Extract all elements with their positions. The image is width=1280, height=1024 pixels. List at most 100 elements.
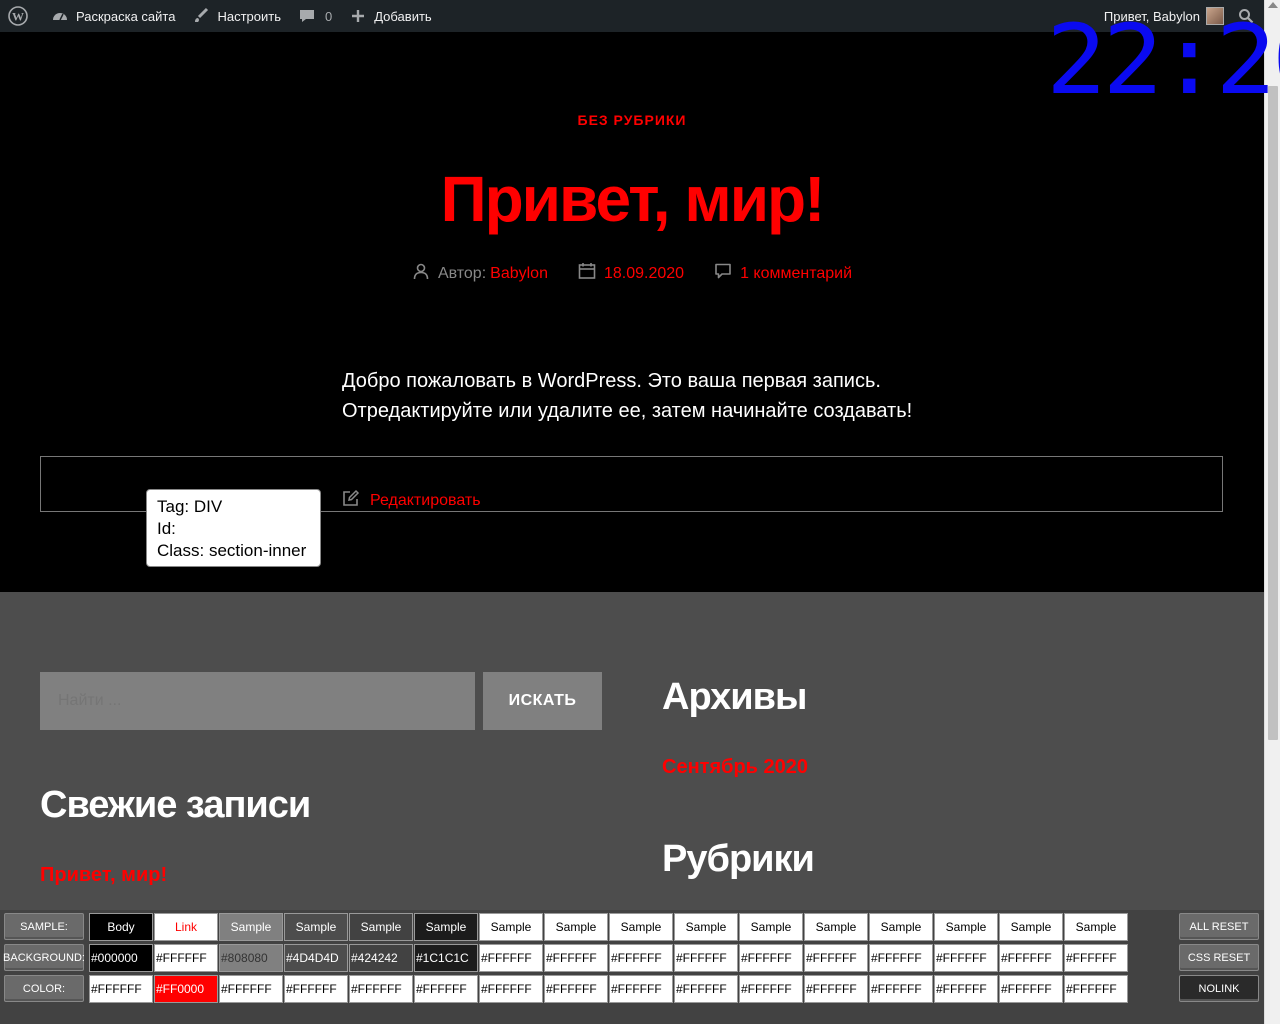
site-name-label: Раскраска сайта	[76, 8, 176, 24]
sample-cell[interactable]: Link	[154, 913, 218, 941]
user-icon	[412, 262, 430, 285]
text-color-field[interactable]: #FFFFFF	[414, 975, 478, 1003]
background-color-field[interactable]: #FFFFFF	[544, 944, 608, 972]
nolink-button[interactable]: NOLINK	[1179, 975, 1259, 1002]
sample-cell[interactable]: Sample	[739, 913, 803, 941]
page: { "admin_bar": { "site_name": "Раскраска…	[0, 0, 1280, 1024]
search-input[interactable]	[40, 672, 475, 730]
text-color-field[interactable]: #FFFFFF	[674, 975, 738, 1003]
tooltip-id: Id:	[157, 519, 176, 538]
wp-logo-button[interactable]: W	[0, 0, 42, 32]
inspector-tooltip: Tag: DIV Id: Class: section-inner	[146, 489, 321, 567]
background-color-field[interactable]: #FFFFFF	[674, 944, 738, 972]
css-reset-button[interactable]: CSS RESET	[1179, 944, 1259, 971]
comments-count: 0	[325, 8, 333, 24]
sample-cell[interactable]: Sample	[414, 913, 478, 941]
dashboard-icon	[50, 6, 70, 26]
add-new-label: Добавить	[374, 8, 432, 24]
background-color-field[interactable]: #FFFFFF	[1064, 944, 1128, 972]
sample-cell[interactable]: Sample	[674, 913, 738, 941]
text-color-field[interactable]: #FFFFFF	[804, 975, 868, 1003]
sample-cell[interactable]: Sample	[219, 913, 283, 941]
background-color-field[interactable]: #FFFFFF	[609, 944, 673, 972]
background-color-field[interactable]: #FFFFFF	[869, 944, 933, 972]
background-color-field[interactable]: #FFFFFF	[479, 944, 543, 972]
text-color-field[interactable]: #FFFFFF	[349, 975, 413, 1003]
archive-link[interactable]: Сентябрь 2020	[662, 756, 808, 779]
edit-link[interactable]: Редактировать	[342, 489, 481, 512]
text-color-field[interactable]: #FFFFFF	[479, 975, 543, 1003]
comment-icon	[297, 6, 317, 26]
color-row-label[interactable]: COLOR:	[4, 975, 84, 1002]
add-new-link[interactable]: Добавить	[340, 0, 439, 32]
tooltip-class: Class: section-inner	[157, 541, 307, 560]
categories-title: Рубрики	[662, 838, 815, 880]
sample-cell[interactable]: Sample	[284, 913, 348, 941]
plus-icon	[348, 6, 368, 26]
scrollbar[interactable]	[1264, 0, 1280, 1024]
all-reset-button[interactable]: ALL RESET	[1179, 913, 1259, 940]
calendar-icon	[578, 262, 596, 285]
background-color-field[interactable]: #FFFFFF	[739, 944, 803, 972]
sample-cell[interactable]: Sample	[804, 913, 868, 941]
text-color-field[interactable]: #FFFFFF	[869, 975, 933, 1003]
digital-clock: 22:20	[1046, 4, 1280, 116]
brush-icon	[191, 6, 211, 26]
text-color-field[interactable]: #FFFFFF	[219, 975, 283, 1003]
article: БЕЗ РУБРИКИ Привет, мир! Автор: Babylon …	[0, 32, 1264, 592]
background-color-field[interactable]: #424242	[349, 944, 413, 972]
svg-text:W: W	[12, 10, 24, 24]
comment-bubble-icon	[714, 262, 732, 285]
background-color-field[interactable]: #808080	[219, 944, 283, 972]
sample-cell[interactable]: Sample	[999, 913, 1063, 941]
background-color-field[interactable]: #FFFFFF	[934, 944, 998, 972]
text-color-field[interactable]: #FFFFFF	[999, 975, 1063, 1003]
text-color-field[interactable]: #FFFFFF	[89, 975, 153, 1003]
background-color-field[interactable]: #FFFFFF	[804, 944, 868, 972]
background-color-field[interactable]: #1C1C1C	[414, 944, 478, 972]
background-row-label[interactable]: BACKGROUND:	[3, 944, 85, 971]
sample-cell[interactable]: Sample	[1064, 913, 1128, 941]
sample-cell[interactable]: Sample	[544, 913, 608, 941]
background-color-field[interactable]: #000000	[89, 944, 153, 972]
text-color-field[interactable]: #FF0000	[154, 975, 218, 1003]
post-content: Добро пожаловать в WordPress. Это ваша п…	[342, 370, 913, 422]
background-color-field[interactable]: #FFFFFF	[999, 944, 1063, 972]
text-color-field[interactable]: #FFFFFF	[544, 975, 608, 1003]
customize-link[interactable]: Настроить	[183, 0, 289, 32]
edit-icon	[342, 489, 360, 512]
sample-cell[interactable]: Sample	[934, 913, 998, 941]
sample-row-label[interactable]: SAMPLE:	[4, 913, 84, 940]
wordpress-icon: W	[8, 6, 28, 26]
sample-cell[interactable]: Sample	[609, 913, 673, 941]
recent-post-link[interactable]: Привет, мир!	[40, 864, 167, 887]
background-color-field[interactable]: #4D4D4D	[284, 944, 348, 972]
sample-cell[interactable]: Sample	[349, 913, 413, 941]
text-color-field[interactable]: #FFFFFF	[609, 975, 673, 1003]
text-color-field[interactable]: #FFFFFF	[1064, 975, 1128, 1003]
text-color-field[interactable]: #FFFFFF	[284, 975, 348, 1003]
text-color-field[interactable]: #FFFFFF	[739, 975, 803, 1003]
scrollbar-thumb[interactable]	[1268, 86, 1278, 740]
sample-cell[interactable]: Body	[89, 913, 153, 941]
post-title: Привет, мир!	[440, 163, 826, 235]
author-label: Автор:	[437, 264, 487, 282]
sample-cell[interactable]: Sample	[869, 913, 933, 941]
date-link[interactable]: 18.09.2020	[604, 265, 684, 283]
comments-link[interactable]: 0	[289, 0, 340, 32]
background-color-field[interactable]: #FFFFFF	[154, 944, 218, 972]
post-date: 18.09.2020	[578, 262, 684, 285]
comments-link[interactable]: 1 комментарий	[740, 265, 852, 283]
archives-title: Архивы	[662, 676, 807, 718]
post-author: Автор: Babylon	[412, 262, 548, 285]
site-name-link[interactable]: Раскраска сайта	[42, 0, 183, 32]
search-submit-button[interactable]: ИСКАТЬ	[483, 672, 602, 730]
customize-label: Настроить	[217, 8, 281, 24]
post-meta: Автор: Babylon 18.09.2020 1 комментарий	[0, 262, 1264, 285]
edit-label: Редактировать	[370, 491, 481, 509]
text-color-field[interactable]: #FFFFFF	[934, 975, 998, 1003]
recent-posts-title: Свежие записи	[40, 784, 311, 826]
sample-cell[interactable]: Sample	[479, 913, 543, 941]
tooltip-tag: Tag: DIV	[157, 497, 223, 516]
author-link[interactable]: Babylon	[490, 265, 548, 283]
